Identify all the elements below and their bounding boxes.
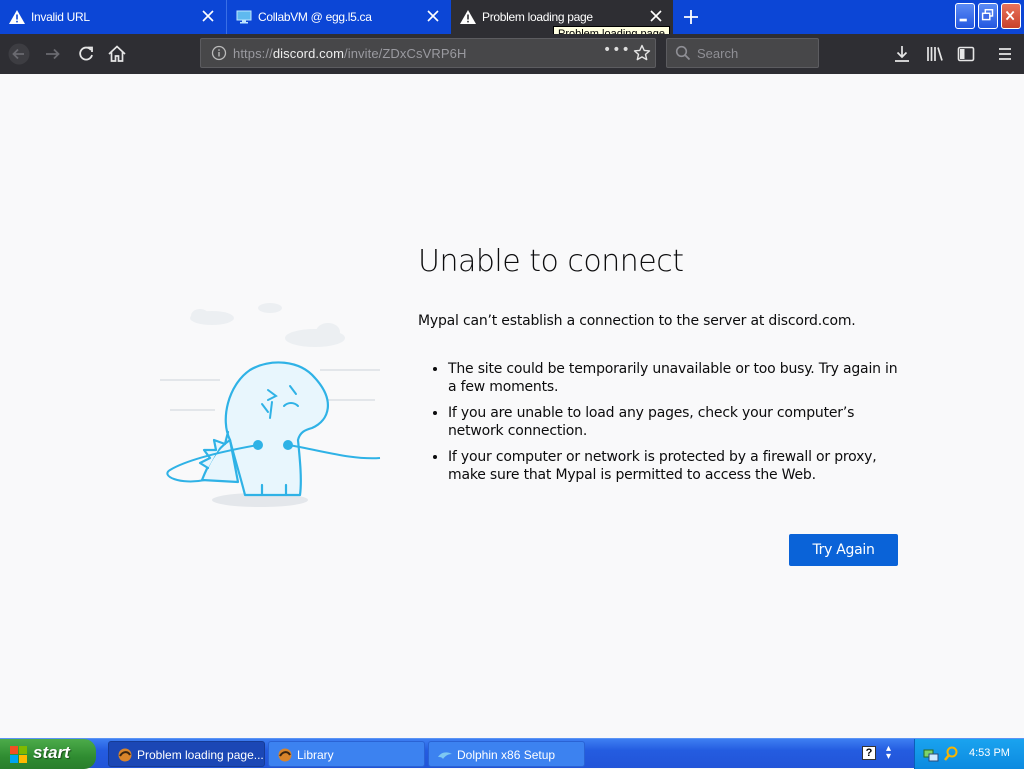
close-tab-icon[interactable] xyxy=(426,9,440,23)
search-tray-icon[interactable] xyxy=(943,746,959,762)
downloads-icon[interactable] xyxy=(891,43,913,65)
tab-collabvm[interactable]: CollabVM @ egg.l5.ca xyxy=(226,0,450,34)
dolphin-icon xyxy=(438,752,452,759)
close-tab-icon[interactable] xyxy=(649,9,663,23)
new-tab-plus-icon[interactable] xyxy=(682,8,700,26)
taskbar-item-dolphin-setup[interactable]: Dolphin x86 Setup xyxy=(428,741,585,767)
disconnected-dinosaur-illustration xyxy=(160,303,381,507)
warning-icon xyxy=(460,10,476,24)
network-icon[interactable] xyxy=(923,746,939,762)
url-domain: discord.com xyxy=(272,46,345,61)
clock: 4:53 PM xyxy=(969,747,1010,759)
info-icon[interactable] xyxy=(211,45,227,61)
page-actions-more-icon[interactable]: ••• xyxy=(603,42,631,58)
taskbar: start Problem loading page... Library Do… xyxy=(0,738,1024,769)
tab-title: Invalid URL xyxy=(31,10,90,24)
close-icon xyxy=(1005,10,1015,21)
url-path: /invite/ZDxCsVRP6H xyxy=(344,46,467,61)
restore-button[interactable] xyxy=(978,3,998,29)
list-item: If your computer or network is protected… xyxy=(448,448,908,484)
search-icon xyxy=(675,45,691,61)
library-icon[interactable] xyxy=(924,43,946,65)
taskbar-item-problem-loading-page[interactable]: Problem loading page... xyxy=(108,741,265,767)
mypal-icon xyxy=(278,748,292,762)
list-item: The site could be temporarily unavailabl… xyxy=(448,360,908,396)
url-prefix: https:// xyxy=(233,46,273,61)
help-icon[interactable]: ? xyxy=(862,746,876,760)
reload-icon[interactable] xyxy=(75,43,97,65)
list-item: If you are unable to load any pages, che… xyxy=(448,404,908,440)
windows-logo-icon xyxy=(10,746,27,763)
tray-chevron-icon[interactable]: ▴ ▾ xyxy=(886,744,891,762)
start-button[interactable]: start xyxy=(0,739,96,769)
navigation-toolbar: https://discord.com/invite/ZDxCsVRP6H ••… xyxy=(0,34,1024,74)
clouds xyxy=(190,303,345,347)
taskbar-item-label: Library xyxy=(297,748,334,762)
taskbar-item-label: Problem loading page... xyxy=(137,748,264,762)
mypal-icon xyxy=(118,748,132,762)
url-text[interactable]: https://discord.com/invite/ZDxCsVRP6H xyxy=(233,46,466,61)
url-bar[interactable]: https://discord.com/invite/ZDxCsVRP6H ••… xyxy=(200,38,656,68)
close-tab-icon[interactable] xyxy=(201,9,215,23)
forward-arrow-icon[interactable] xyxy=(42,43,64,65)
menu-hamburger-icon[interactable] xyxy=(994,43,1016,65)
tab-invalid-url[interactable]: Invalid URL xyxy=(0,0,225,34)
warning-icon xyxy=(9,10,25,24)
search-bar[interactable] xyxy=(666,38,819,68)
home-icon[interactable] xyxy=(106,43,128,65)
system-tray: 4:53 PM xyxy=(914,739,1024,769)
taskbar-item-label: Dolphin x86 Setup xyxy=(457,748,556,762)
try-again-button[interactable]: Try Again xyxy=(789,534,898,566)
dino xyxy=(198,361,329,497)
minimize-icon xyxy=(959,18,967,22)
tab-title: CollabVM @ egg.l5.ca xyxy=(258,10,372,24)
restore-icon xyxy=(981,8,994,21)
close-window-button[interactable] xyxy=(1001,3,1021,29)
error-title: Unable to connect xyxy=(418,244,684,279)
bookmark-star-icon[interactable] xyxy=(633,44,651,62)
tab-title: Problem loading page xyxy=(482,10,593,24)
tab-strip: Invalid URL CollabVM @ egg.l5.ca Problem… xyxy=(0,0,1024,34)
sidebar-icon[interactable] xyxy=(955,43,977,65)
back-arrow-icon[interactable] xyxy=(8,43,30,65)
monitor-icon xyxy=(236,10,252,24)
error-reasons-list: The site could be temporarily unavailabl… xyxy=(428,360,908,492)
search-input[interactable] xyxy=(697,43,812,63)
minimize-button[interactable] xyxy=(955,3,975,29)
taskbar-item-library[interactable]: Library xyxy=(268,741,425,767)
start-label: start xyxy=(33,743,70,762)
error-description: Mypal can’t establish a connection to th… xyxy=(418,313,856,329)
